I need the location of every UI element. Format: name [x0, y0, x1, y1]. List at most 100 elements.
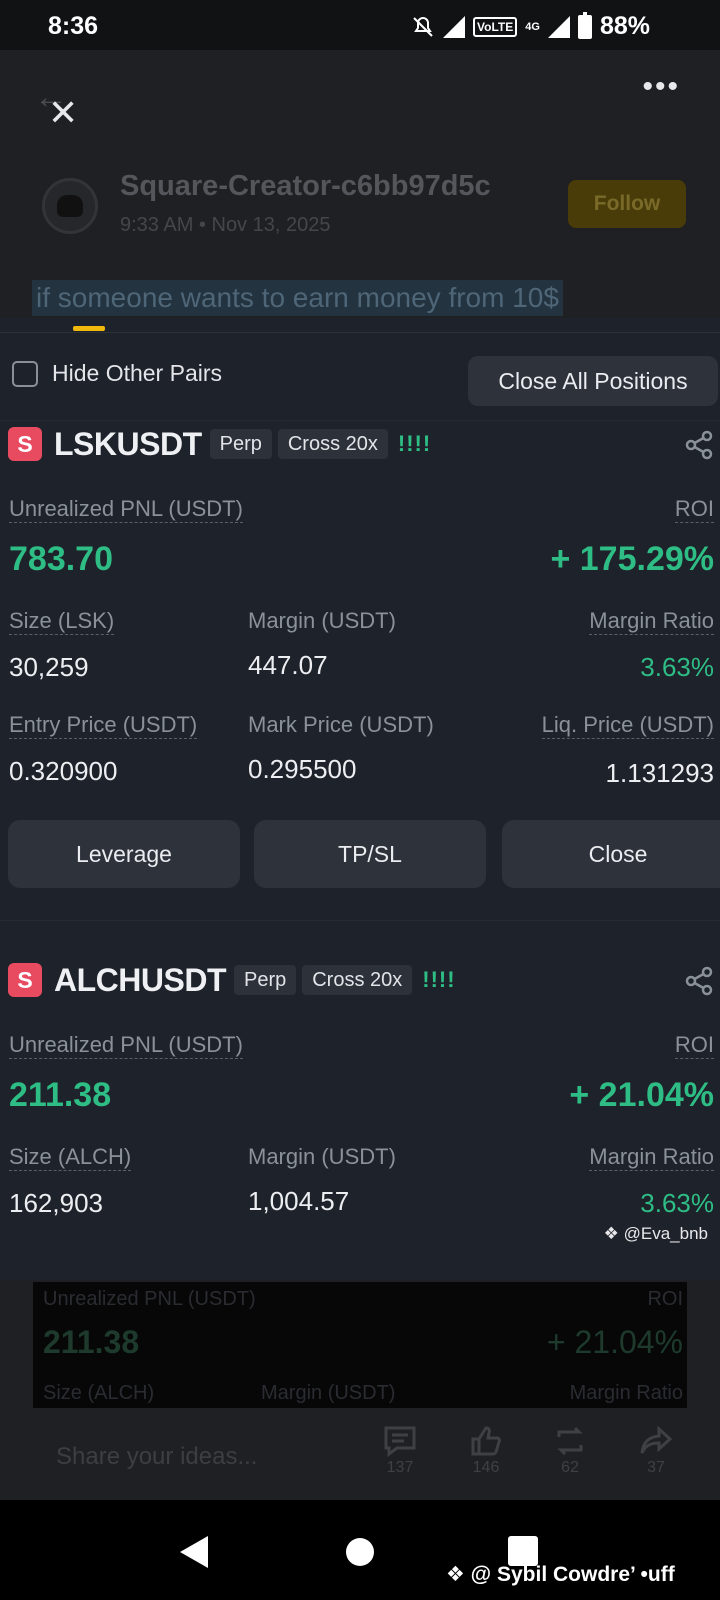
author-name[interactable]: Square-Creator-c6bb97d5c: [120, 170, 491, 203]
preview-margin-label: Margin (USDT): [261, 1382, 396, 1404]
contract-type-tag: Perp: [233, 965, 297, 995]
size-label: Size (LSK): [9, 608, 115, 635]
margin-mode-tag[interactable]: Cross 20x: [302, 965, 413, 995]
hide-other-pairs-checkbox[interactable]: [12, 360, 38, 387]
roi-label: ROI: [674, 1032, 714, 1059]
diamond-logo-icon: ❖: [603, 1224, 619, 1243]
close-all-positions-button[interactable]: Close All Positions: [468, 356, 718, 406]
hide-other-pairs-label: Hide Other Pairs: [52, 360, 223, 386]
creator-watermark: ❖ @Eva_bnb: [604, 1224, 708, 1244]
symbol-icon: S: [8, 963, 42, 997]
size-value: 30,259: [9, 652, 89, 682]
post-text: if someone wants to earn money from 10$: [32, 280, 563, 316]
tpsl-button[interactable]: TP/SL: [254, 820, 486, 888]
watermark-handle: @Eva_bnb: [623, 1224, 708, 1243]
diamond-logo-icon: ❖: [446, 1563, 465, 1586]
pnl-label: Unrealized PNL (USDT): [9, 496, 243, 523]
share-arrow-icon: [640, 1425, 673, 1454]
liq-price-label: Liq. Price (USDT): [541, 712, 714, 739]
author-avatar[interactable]: [42, 178, 98, 234]
tab-divider: [0, 332, 720, 333]
mark-price-value: 0.295500: [248, 754, 357, 784]
contract-type-tag: Perp: [209, 429, 272, 459]
size-label: Size (ALCH): [9, 1144, 132, 1171]
repost-action[interactable]: 62: [540, 1425, 600, 1477]
mute-bell-icon: [413, 16, 433, 37]
post-image-preview[interactable]: Unrealized PNL (USDT) ROI 211.38 + 21.04…: [33, 1282, 687, 1408]
status-bar: 8:36 VoLTE 4G 88%: [0, 0, 720, 50]
status-time: 8:36: [48, 12, 99, 40]
comment-action[interactable]: 137: [370, 1425, 430, 1477]
symbol-row: S ALCHUSDT Perp Cross 20x !!!!: [8, 962, 456, 998]
nav-back-icon[interactable]: [180, 1536, 208, 1568]
symbol-icon: S: [8, 427, 42, 461]
preview-pnl-value: 211.38: [43, 1324, 140, 1360]
symbol-name[interactable]: ALCHUSDT: [54, 962, 226, 999]
share-action[interactable]: 37: [626, 1425, 686, 1477]
pnl-value: 211.38: [9, 1076, 112, 1114]
post-timestamp: 9:33 AM • Nov 13, 2025: [120, 214, 331, 236]
preview-size-label: Size (ALCH): [43, 1382, 155, 1404]
margin-ratio-label: Margin Ratio: [589, 608, 714, 635]
margin-label: Margin (USDT): [248, 1144, 396, 1169]
margin-ratio-value: 3.63%: [640, 1188, 714, 1218]
battery-icon: [577, 11, 592, 39]
nav-watermark: ❖ @ Sybil Cowdre’ •uff: [446, 1562, 675, 1587]
network-type: 4G: [525, 20, 540, 33]
nav-home-icon[interactable]: [346, 1538, 374, 1566]
mark-price-label: Mark Price (USDT): [248, 712, 434, 737]
signal-icon-2: [547, 15, 570, 38]
margin-value: 1,004.57: [248, 1186, 350, 1216]
symbol-name[interactable]: LSKUSDT: [54, 426, 202, 463]
comment-count: 137: [386, 1459, 414, 1476]
repost-icon: [557, 1426, 583, 1456]
like-count: 146: [472, 1459, 500, 1476]
roi-label: ROI: [674, 496, 714, 523]
position-actions: Leverage TP/SL Close: [0, 820, 720, 888]
entry-price-value: 0.320900: [9, 756, 118, 786]
adl-indicator-icon: !!!!: [422, 967, 456, 992]
preview-roi-value: + 21.04%: [546, 1324, 683, 1360]
roi-value: + 175.29%: [550, 540, 714, 578]
active-tab-indicator: [73, 326, 105, 331]
divider: [0, 920, 720, 921]
battery-percent: 88%: [599, 12, 650, 40]
follow-button[interactable]: Follow: [568, 180, 686, 228]
liq-price-value: 1.131293: [605, 758, 714, 788]
post-actions: 137 146 62 37: [370, 1425, 700, 1489]
roi-value: + 21.04%: [569, 1076, 714, 1114]
margin-ratio-label: Margin Ratio: [589, 1144, 714, 1171]
preview-roi-label: ROI: [647, 1288, 683, 1310]
nav-watermark-text: @ Sybil Cowdre’ •uff: [470, 1563, 675, 1586]
size-value: 162,903: [9, 1188, 103, 1218]
repost-count: 62: [561, 1459, 579, 1476]
thumbs-up-icon: [471, 1426, 501, 1456]
comment-input[interactable]: Share your ideas...: [56, 1443, 257, 1471]
share-icon[interactable]: [684, 430, 714, 460]
like-action[interactable]: 146: [456, 1425, 516, 1477]
more-options-icon[interactable]: •••: [642, 70, 680, 104]
comment-icon: [384, 1426, 416, 1457]
positions-panel: Hide Other Pairs Close All Positions S L…: [0, 318, 720, 1280]
leverage-button[interactable]: Leverage: [8, 820, 240, 888]
signal-icon: [443, 15, 466, 38]
margin-ratio-value: 3.63%: [640, 652, 714, 682]
share-icon[interactable]: [684, 966, 714, 996]
pnl-label: Unrealized PNL (USDT): [9, 1032, 243, 1059]
status-icons: VoLTE 4G 88%: [411, 11, 650, 41]
pnl-value: 783.70: [9, 540, 113, 578]
close-icon[interactable]: ✕: [48, 92, 78, 134]
share-count: 37: [647, 1459, 665, 1476]
hide-other-pairs[interactable]: Hide Other Pairs: [12, 360, 222, 387]
divider: [0, 420, 720, 421]
margin-mode-tag[interactable]: Cross 20x: [277, 429, 388, 459]
volte-badge: VoLTE: [473, 16, 518, 37]
preview-pnl-label: Unrealized PNL (USDT): [43, 1288, 256, 1310]
position-card-lskusdt: S LSKUSDT Perp Cross 20x !!!! Unrealized…: [0, 426, 720, 896]
adl-indicator-icon: !!!!: [397, 431, 432, 456]
margin-label: Margin (USDT): [248, 608, 396, 633]
margin-value: 447.07: [248, 650, 328, 680]
close-position-button[interactable]: Close: [502, 820, 720, 888]
entry-price-label: Entry Price (USDT): [9, 712, 198, 739]
navigation-bar: ❖ @ Sybil Cowdre’ •uff: [0, 1500, 720, 1600]
